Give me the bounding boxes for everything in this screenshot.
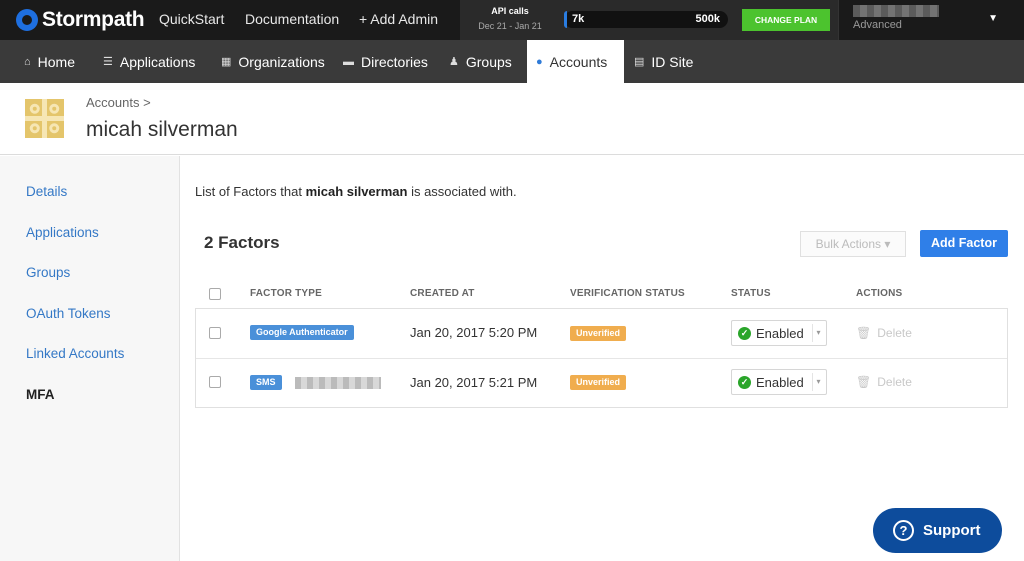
nav-organizations[interactable]: ▦ Organizations xyxy=(221,40,329,83)
layers-icon: ☰ xyxy=(103,56,113,68)
sidebar-item-linked-accounts[interactable]: Linked Accounts xyxy=(26,346,124,361)
chevron-down-icon: ▾ xyxy=(812,324,824,342)
created-at-cell: Jan 20, 2017 5:21 PM xyxy=(410,375,538,390)
delete-factor-button[interactable]: 🗑 Delete xyxy=(856,375,912,389)
redacted-phone-number xyxy=(295,377,381,389)
sidebar-item-oauth-tokens[interactable]: OAuth Tokens xyxy=(26,306,111,321)
user-plan: Advanced xyxy=(853,19,902,31)
column-header-status: STATUS xyxy=(731,288,771,299)
delete-label: Delete xyxy=(877,375,912,389)
column-header-factor-type: FACTOR TYPE xyxy=(250,288,323,299)
chevron-down-icon: ▾ xyxy=(812,373,824,391)
change-plan-button[interactable]: CHANGE PLAN xyxy=(742,9,830,31)
account-sidebar: Details Applications Groups OAuth Tokens… xyxy=(0,156,180,561)
column-header-actions: ACTIONS xyxy=(856,288,903,299)
documentation-link[interactable]: Documentation xyxy=(245,11,339,27)
nav-label: ID Site xyxy=(651,53,694,70)
check-circle-icon: ✓ xyxy=(738,327,751,340)
api-calls-title: API calls xyxy=(491,6,529,16)
nav-groups[interactable]: ♟ Groups xyxy=(449,40,519,83)
nav-applications[interactable]: ☰ Applications xyxy=(103,40,205,83)
redacted-user-name xyxy=(853,5,939,17)
row-checkbox[interactable] xyxy=(209,327,221,339)
nav-label: Accounts xyxy=(549,53,608,70)
check-circle-icon: ✓ xyxy=(738,376,751,389)
chevron-down-icon[interactable]: ▼ xyxy=(988,13,998,24)
nav-id-site[interactable]: ▤ ID Site xyxy=(634,40,704,83)
avatar-pattern-icon xyxy=(25,99,64,138)
column-header-created-at: CREATED AT xyxy=(410,288,475,299)
factors-intro: List of Factors that micah silverman is … xyxy=(195,184,517,199)
nav-label: Applications xyxy=(119,53,196,70)
support-button[interactable]: ? Support xyxy=(873,508,1002,553)
bulk-actions-button[interactable]: Bulk Actions ▾ xyxy=(800,231,906,257)
api-usage-used: 7k xyxy=(572,13,585,25)
trash-icon: 🗑 xyxy=(856,326,872,340)
breadcrumb[interactable]: Accounts > xyxy=(86,95,151,110)
avatar xyxy=(25,99,64,138)
created-at-cell: Jan 20, 2017 5:20 PM xyxy=(410,325,538,340)
top-bar: Stormpath QuickStart Documentation + Add… xyxy=(0,0,1024,40)
verification-status-badge: Unverified xyxy=(570,326,627,341)
stormpath-logo-icon xyxy=(16,9,38,31)
add-admin-link[interactable]: + Add Admin xyxy=(359,11,438,27)
page-header: Accounts > micah silverman xyxy=(0,83,1024,155)
grid-icon: ▦ xyxy=(221,56,232,68)
api-usage-panel: API calls Dec 21 - Jan 21 7k 500k CHANGE… xyxy=(460,0,838,40)
intro-account-name: micah silverman xyxy=(305,184,408,199)
stormpath-logo[interactable]: Stormpath xyxy=(16,8,145,32)
sidebar-item-details[interactable]: Details xyxy=(26,184,67,199)
factor-type-badge: SMS xyxy=(250,375,282,390)
delete-label: Delete xyxy=(877,326,912,340)
row-checkbox[interactable] xyxy=(209,376,221,388)
folder-icon: ▬ xyxy=(343,55,354,68)
delete-factor-button[interactable]: 🗑 Delete xyxy=(856,326,912,340)
status-select[interactable]: ✓ Enabled ▾ xyxy=(731,369,827,395)
nav-label: Groups xyxy=(465,53,512,70)
sidebar-item-applications[interactable]: Applications xyxy=(26,225,99,240)
status-value: Enabled xyxy=(756,326,804,341)
factors-table xyxy=(195,308,1008,408)
intro-suffix: is associated with. xyxy=(411,184,517,199)
column-header-verification-status: VERIFICATION STATUS xyxy=(570,288,685,299)
nav-label: Directories xyxy=(361,53,428,70)
nav-accounts[interactable]: ● Accounts xyxy=(527,40,624,83)
intro-prefix: List of Factors that xyxy=(195,184,302,199)
add-factor-button[interactable]: Add Factor xyxy=(920,230,1008,257)
trash-icon: 🗑 xyxy=(856,375,872,389)
row-divider xyxy=(196,358,1007,359)
api-calls-dates: Dec 21 - Jan 21 xyxy=(478,21,542,31)
home-icon: ⌂ xyxy=(24,55,31,68)
main-nav: ⌂ Home ☰ Applications ▦ Organizations ▬ … xyxy=(0,40,1024,83)
id-card-icon: ▤ xyxy=(634,56,645,68)
nav-label: Organizations xyxy=(238,53,325,70)
nav-home[interactable]: ⌂ Home xyxy=(24,40,90,83)
brand-name: Stormpath xyxy=(42,8,145,31)
api-usage-limit: 500k xyxy=(695,13,720,25)
status-value: Enabled xyxy=(756,375,804,390)
nav-label: Home xyxy=(37,53,76,70)
factor-type-badge: Google Authenticator xyxy=(250,325,354,340)
api-usage-bar: 7k 500k xyxy=(564,11,728,28)
quickstart-link[interactable]: QuickStart xyxy=(159,11,224,27)
users-icon: ♟ xyxy=(449,56,459,68)
support-label: Support xyxy=(923,522,981,539)
page-title: micah silverman xyxy=(86,118,238,141)
user-icon: ● xyxy=(536,55,543,68)
nav-directories[interactable]: ▬ Directories xyxy=(343,40,431,83)
factors-count: 2 Factors xyxy=(204,233,280,252)
user-menu[interactable]: Advanced ▼ xyxy=(838,0,1024,40)
select-all-checkbox[interactable] xyxy=(209,288,221,300)
api-usage-fill xyxy=(564,11,568,28)
verification-status-badge: Unverified xyxy=(570,375,627,390)
sidebar-item-groups[interactable]: Groups xyxy=(26,265,70,280)
question-circle-icon: ? xyxy=(893,520,914,541)
status-select[interactable]: ✓ Enabled ▾ xyxy=(731,320,827,346)
sidebar-item-mfa[interactable]: MFA xyxy=(26,387,55,402)
